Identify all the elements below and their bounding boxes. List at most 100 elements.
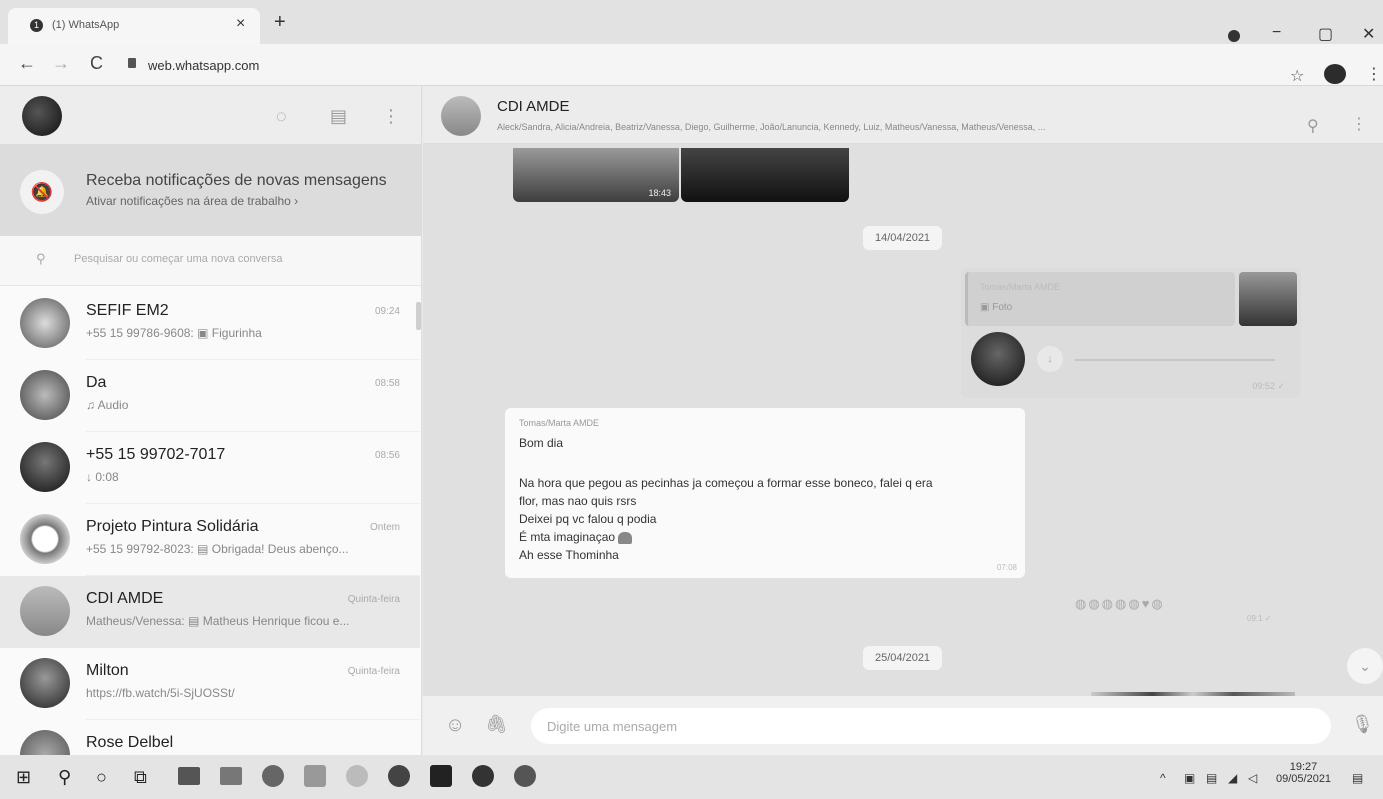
browser-tab[interactable]: 1 (1) WhatsApp × xyxy=(8,8,260,44)
message-sender: Tomas/Marta AMDE xyxy=(519,418,600,428)
lock-icon xyxy=(128,58,136,68)
conversation-pane: CDI AMDE Aleck/Sandra, Alicia/Andreia, B… xyxy=(423,86,1383,755)
chat-preview: +55 15 99786-9608: ▣ Figurinha xyxy=(86,326,262,340)
download-audio-icon[interactable]: ↓ xyxy=(1037,346,1063,372)
chat-item[interactable]: Da 08:58 ♫ Audio xyxy=(0,360,420,432)
shield-icon[interactable] xyxy=(388,765,410,787)
search-icon: ⚲ xyxy=(36,251,46,266)
quoted-thumbnail xyxy=(1239,272,1297,326)
chat-preview: Matheus/Venessa: ▤ Matheus Henrique fico… xyxy=(86,614,350,628)
status-icon[interactable]: ◌ xyxy=(276,106,287,127)
powerpoint-icon[interactable] xyxy=(304,765,326,787)
notification-link[interactable]: Ativar notificações na área de trabalho … xyxy=(86,194,298,208)
message-time: 07:08 xyxy=(996,563,1017,572)
chrome-icon[interactable] xyxy=(514,765,536,787)
window-close-button[interactable]: ✕ xyxy=(1362,24,1375,44)
reply-message[interactable]: Tomas/Marta AMDE ▣ Foto xyxy=(961,268,1301,330)
reload-button[interactable]: C xyxy=(90,53,103,74)
date-separator: 25/04/2021 xyxy=(863,646,943,670)
audio-progress-track[interactable] xyxy=(1075,359,1275,361)
url-field[interactable]: web.whatsapp.com xyxy=(148,58,259,73)
whatsapp-favicon-icon: 1 xyxy=(30,19,43,32)
message-time: 09:1 ✓ xyxy=(1247,614,1272,623)
chat-time: Quinta-feira xyxy=(347,594,400,605)
quoted-type: ▣ Foto xyxy=(980,302,1013,313)
app-icon[interactable] xyxy=(346,765,368,787)
chat-preview: https://fb.watch/5i-SjUOSSt/ xyxy=(86,686,235,700)
new-tab-button[interactable]: + xyxy=(274,12,286,32)
audio-message: ↓ 09:52 ✓ xyxy=(961,326,1301,398)
chat-list-pane: ◌ ▤ ⋮ 🔕 Receba notificações de novas men… xyxy=(0,86,422,755)
chat-name: SEFIF EM2 xyxy=(86,302,169,319)
group-members: Aleck/Sandra, Alicia/Andreia, Beatriz/Va… xyxy=(497,122,1046,132)
start-icon[interactable]: ⊞ xyxy=(16,767,31,788)
notification-banner[interactable]: 🔕 Receba notificações de novas mensagens… xyxy=(0,144,421,236)
forward-button[interactable]: → xyxy=(52,53,70,74)
store-icon[interactable] xyxy=(430,765,452,787)
file-explorer-icon[interactable] xyxy=(178,767,200,785)
search-icon[interactable]: ⚲ xyxy=(58,767,71,788)
chat-name: Milton xyxy=(86,662,129,679)
mail-icon[interactable] xyxy=(220,767,242,785)
notification-title: Receba notificações de novas mensagens xyxy=(86,172,387,189)
heart-icon xyxy=(618,531,633,544)
emoji-icon[interactable]: ☺ xyxy=(445,714,465,737)
group-avatar[interactable] xyxy=(441,96,481,136)
avatar xyxy=(20,442,70,492)
profile-avatar[interactable] xyxy=(1324,64,1346,84)
chat-name: CDI AMDE xyxy=(86,590,164,607)
browser-menu-icon[interactable]: ⋮ xyxy=(1366,64,1382,84)
bookmark-star-icon[interactable]: ☆ xyxy=(1290,66,1304,86)
task-view-icon[interactable]: ⧉ xyxy=(134,767,147,788)
notifications-icon[interactable]: ▤ xyxy=(1352,771,1363,785)
edge-icon[interactable] xyxy=(262,765,284,787)
chat-name: Da xyxy=(86,374,107,391)
my-avatar[interactable] xyxy=(22,96,62,136)
chat-item-selected[interactable]: CDI AMDE Quinta-feira Matheus/Venessa: ▤… xyxy=(0,576,420,648)
scroll-down-button[interactable]: ⌄ xyxy=(1347,648,1383,684)
chat-list-scrollbar[interactable] xyxy=(416,302,421,330)
tray-icon[interactable]: ▤ xyxy=(1206,771,1217,785)
chat-time: 08:56 xyxy=(374,450,400,461)
tray-chevron-icon[interactable]: ^ xyxy=(1160,771,1166,785)
restore-button[interactable]: ▢ xyxy=(1318,24,1333,44)
profile-icon[interactable] xyxy=(1228,30,1240,42)
menu-icon[interactable]: ⋮ xyxy=(382,106,400,127)
chat-time: Ontem xyxy=(369,522,400,533)
clock[interactable]: 19:27 09/05/2021 xyxy=(1276,761,1331,785)
chat-item[interactable]: +55 15 99702-7017 08:56 ↓ 0:08 xyxy=(0,432,420,504)
chat-name: +55 15 99702-7017 xyxy=(86,446,226,463)
attach-icon[interactable]: 🖇 xyxy=(485,714,508,735)
avatar xyxy=(20,370,70,420)
image-message[interactable]: 18:43 xyxy=(513,148,679,202)
clock-time: 19:27 xyxy=(1289,761,1318,773)
chat-time: Quinta-feira xyxy=(347,666,400,677)
search-bar: ⚲ Pesquisar ou começar uma nova conversa xyxy=(0,236,421,286)
chat-item[interactable]: Rose Delbel xyxy=(0,720,420,755)
menu-icon[interactable]: ⋮ xyxy=(1351,114,1367,134)
volume-icon[interactable]: ◁ xyxy=(1248,771,1257,785)
cortana-icon[interactable]: ○ xyxy=(96,767,107,788)
image-message[interactable] xyxy=(681,148,849,202)
minimize-button[interactable]: − xyxy=(1272,24,1281,42)
conversation-header[interactable]: CDI AMDE Aleck/Sandra, Alicia/Andreia, B… xyxy=(423,86,1383,144)
network-icon[interactable]: ◢ xyxy=(1228,771,1237,785)
search-input[interactable]: Pesquisar ou começar uma nova conversa xyxy=(74,253,283,265)
search-icon[interactable]: ⚲ xyxy=(1307,116,1319,136)
chat-item[interactable]: Milton Quinta-feira https://fb.watch/5i-… xyxy=(0,648,420,720)
back-button[interactable]: ← xyxy=(18,53,36,74)
tab-close-icon[interactable]: × xyxy=(236,15,245,33)
new-chat-icon[interactable]: ▤ xyxy=(330,106,347,127)
avatar xyxy=(20,514,70,564)
chat-item[interactable]: SEFIF EM2 09:24 +55 15 99786-9608: ▣ Fig… xyxy=(0,288,420,360)
tray-icon[interactable]: ▣ xyxy=(1184,771,1195,785)
chat-item[interactable]: Projeto Pintura Solidária Ontem +55 15 9… xyxy=(0,504,420,576)
message-time: 18:43 xyxy=(648,188,671,198)
microphone-icon[interactable]: 🎙 xyxy=(1351,714,1374,735)
avatar xyxy=(20,730,70,755)
spotify-icon[interactable] xyxy=(472,765,494,787)
quoted-sender: Tomas/Marta AMDE xyxy=(980,282,1061,292)
chat-name: Rose Delbel xyxy=(86,734,174,751)
taskbar: ⊞ ⚲ ○ ⧉ ^ ▣ ▤ ◢ ◁ 19:27 09/05/2021 ▤ xyxy=(0,755,1383,799)
quoted-message[interactable]: Tomas/Marta AMDE ▣ Foto xyxy=(965,272,1235,326)
